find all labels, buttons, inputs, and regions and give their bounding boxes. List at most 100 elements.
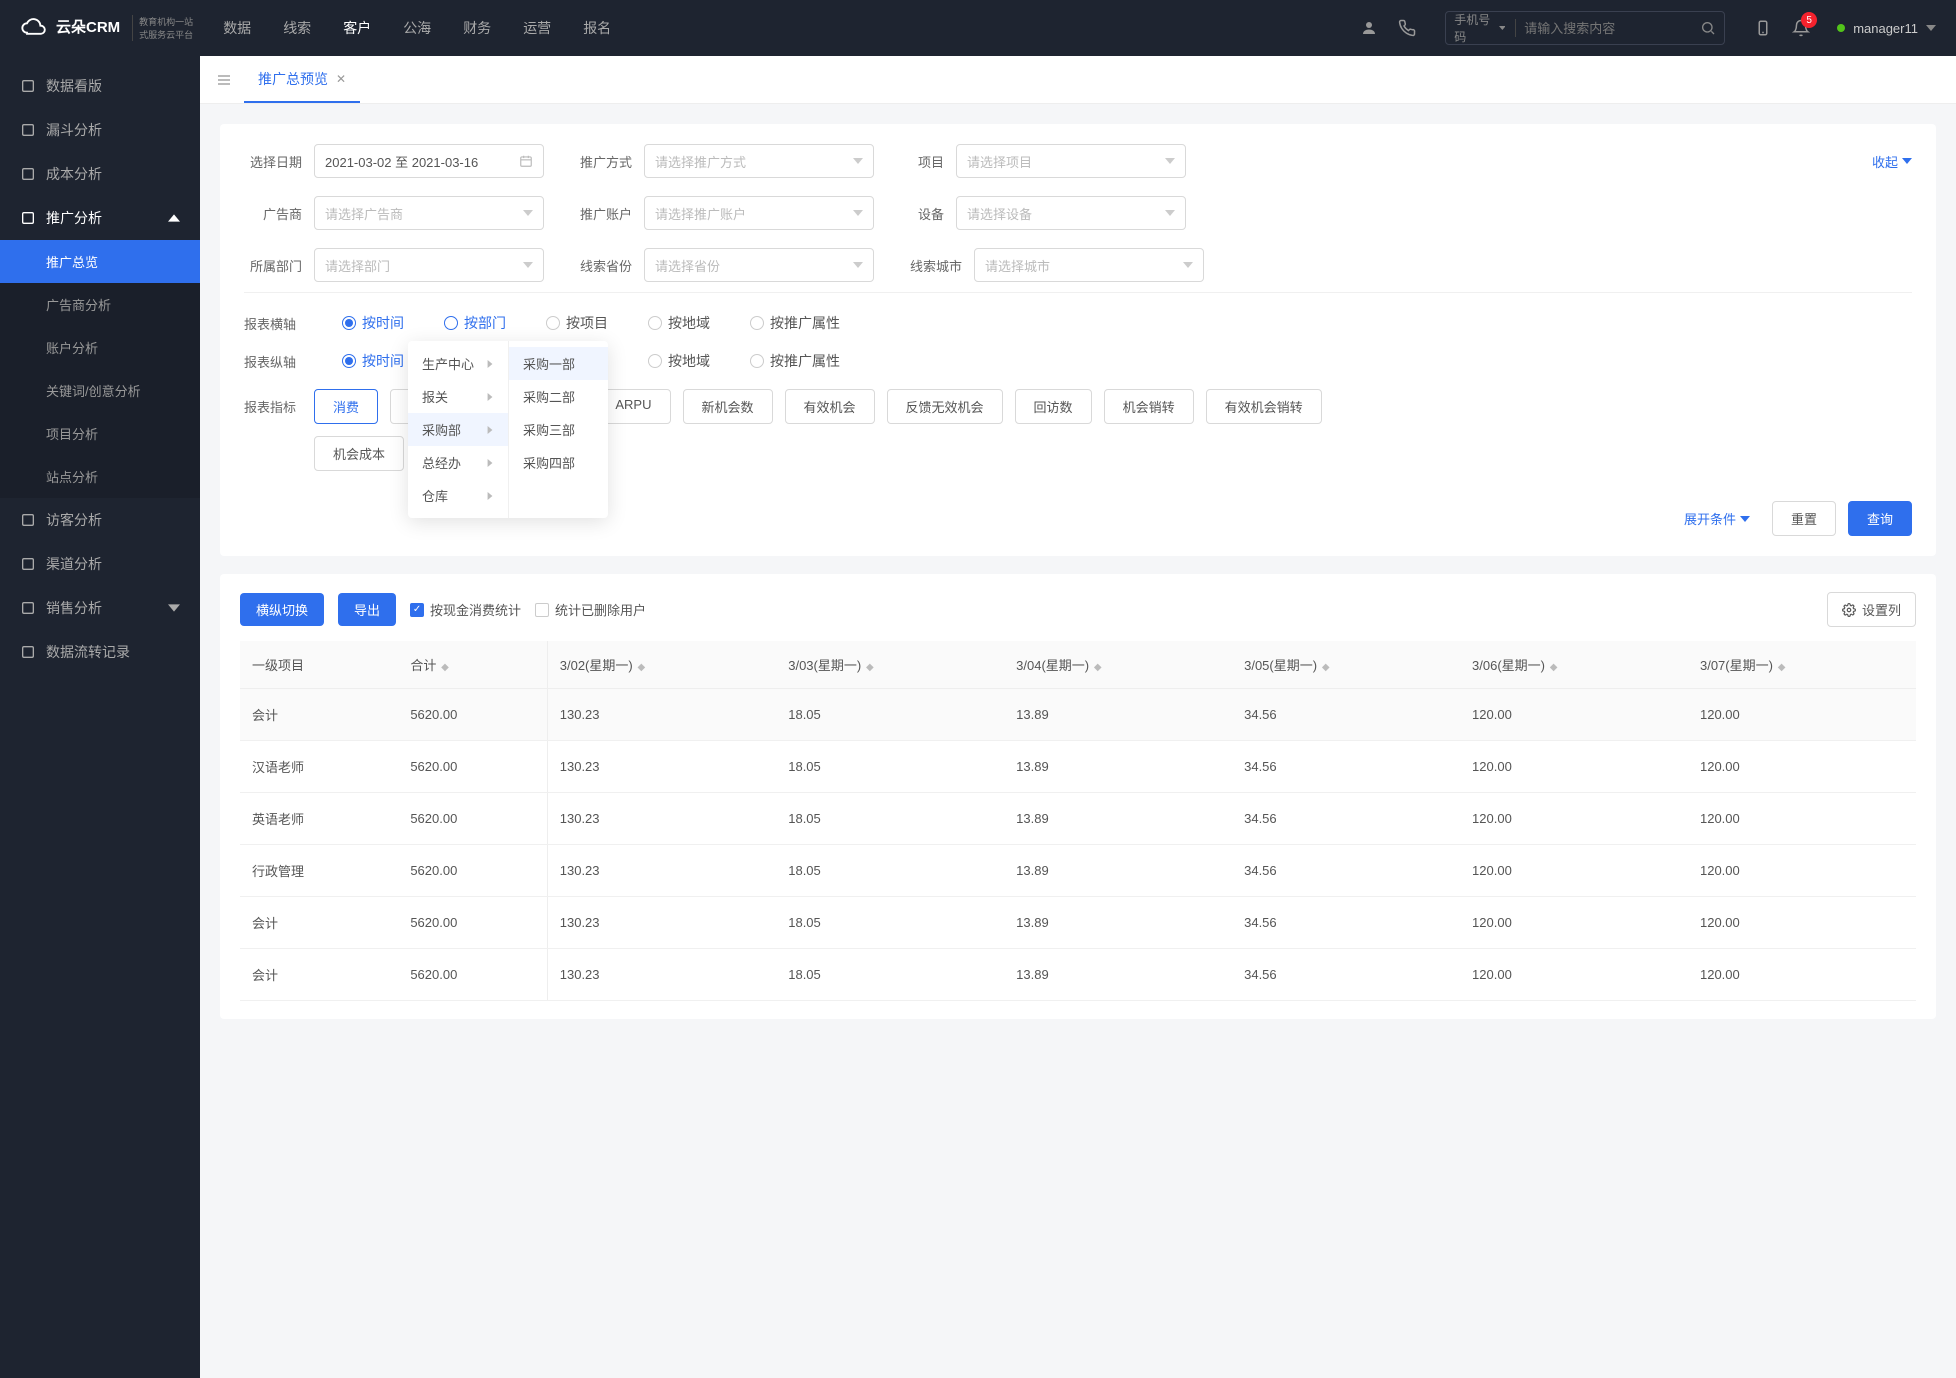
dept-cascader[interactable]: 生产中心报关采购部总经办仓库 采购一部采购二部采购三部采购四部 — [408, 341, 608, 518]
collapse-sidebar-icon[interactable] — [212, 68, 236, 92]
sidebar-item-6[interactable]: 销售分析 — [0, 586, 200, 630]
reset-button[interactable]: 重置 — [1772, 501, 1836, 536]
sidebar-item-0[interactable]: 数据看版 — [0, 64, 200, 108]
metric-5[interactable]: 新机会数 — [683, 389, 773, 424]
device-select[interactable]: 请选择设备 — [956, 196, 1186, 230]
radio-x-axis-opts-4[interactable]: 按推广属性 — [750, 313, 840, 333]
phone-icon[interactable] — [1397, 18, 1417, 38]
chart-icon — [20, 210, 36, 226]
tab-promo-overview[interactable]: 推广总预览 ✕ — [244, 56, 360, 103]
advertiser-select[interactable]: 请选择广告商 — [314, 196, 544, 230]
chevron-down-icon — [523, 260, 533, 270]
dept-select[interactable]: 请选择部门 — [314, 248, 544, 282]
logo[interactable]: 云朵CRM 教育机构一站 式服务云平台 — [20, 14, 193, 42]
chevron-down-icon — [1183, 260, 1193, 270]
query-button[interactable]: 查询 — [1848, 501, 1912, 536]
date-range-picker[interactable]: 2021-03-02 至 2021-03-16 — [314, 144, 544, 178]
nav-item-3[interactable]: 公海 — [403, 18, 431, 38]
bell-icon[interactable]: 5 — [1791, 18, 1811, 38]
radio-x-axis-opts-3[interactable]: 按地域 — [648, 313, 710, 333]
radio-y-axis-opts-3[interactable]: 按地域 — [648, 351, 710, 371]
tab-bar: 推广总预览 ✕ — [200, 56, 1956, 104]
method-select[interactable]: 请选择推广方式 — [644, 144, 874, 178]
col-4[interactable]: 3/04(星期一) ◆ — [1004, 641, 1232, 689]
table-row[interactable]: 汉语老师5620.00130.2318.0513.8934.56120.0012… — [240, 741, 1916, 793]
nav-item-0[interactable]: 数据 — [223, 18, 251, 38]
city-select[interactable]: 请选择城市 — [974, 248, 1204, 282]
cascader-l2-0[interactable]: 采购一部 — [509, 347, 608, 380]
metric-7[interactable]: 反馈无效机会 — [887, 389, 1003, 424]
cascader-l1-3[interactable]: 总经办 — [408, 446, 508, 479]
table-row[interactable]: 行政管理5620.00130.2318.0513.8934.56120.0012… — [240, 845, 1916, 897]
table-row[interactable]: 会计5620.00130.2318.0513.8934.56120.00120.… — [240, 897, 1916, 949]
cascader-l2-1[interactable]: 采购二部 — [509, 380, 608, 413]
radio-x-axis-opts-2[interactable]: 按项目 — [546, 313, 608, 333]
cascader-l1-1[interactable]: 报关 — [408, 380, 508, 413]
sidebar-sub-3-4[interactable]: 项目分析 — [0, 412, 200, 455]
sidebar-sub-3-5[interactable]: 站点分析 — [0, 455, 200, 498]
project-select[interactable]: 请选择项目 — [956, 144, 1186, 178]
sidebar-item-4[interactable]: 访客分析 — [0, 498, 200, 542]
collapse-filters-link[interactable]: 收起 — [1872, 152, 1912, 171]
export-button[interactable]: 导出 — [338, 593, 396, 626]
sidebar-item-2[interactable]: 成本分析 — [0, 152, 200, 196]
sidebar-sub-3-1[interactable]: 广告商分析 — [0, 283, 200, 326]
nav-item-5[interactable]: 运营 — [523, 18, 551, 38]
sidebar-item-7[interactable]: 数据流转记录 — [0, 630, 200, 674]
y-axis-label: 报表纵轴 — [244, 352, 302, 371]
metric-6[interactable]: 有效机会 — [785, 389, 875, 424]
cash-stat-checkbox[interactable]: ✓ 按现金消费统计 — [410, 600, 521, 619]
metric-8[interactable]: 回访数 — [1015, 389, 1092, 424]
radio-x-axis-opts-0[interactable]: 按时间 — [342, 313, 404, 333]
table-row[interactable]: 会计5620.00130.2318.0513.8934.56120.00120.… — [240, 689, 1916, 741]
expand-conditions-link[interactable]: 展开条件 — [1684, 509, 1750, 528]
close-icon[interactable]: ✕ — [336, 72, 346, 86]
cascader-l2-3[interactable]: 采购四部 — [509, 446, 608, 479]
province-select[interactable]: 请选择省份 — [644, 248, 874, 282]
table-row[interactable]: 会计5620.00130.2318.0513.8934.56120.00120.… — [240, 949, 1916, 1001]
search-icon[interactable] — [1700, 20, 1716, 36]
table-row[interactable]: 英语老师5620.00130.2318.0513.8934.56120.0012… — [240, 793, 1916, 845]
metric-9[interactable]: 机会销转 — [1104, 389, 1194, 424]
radio-icon — [648, 316, 662, 330]
user-icon[interactable] — [1359, 18, 1379, 38]
metric-r2-0[interactable]: 机会成本 — [314, 436, 404, 471]
mobile-icon[interactable] — [1753, 18, 1773, 38]
col-1[interactable]: 合计 ◆ — [398, 641, 547, 689]
col-0[interactable]: 一级项目 — [240, 641, 398, 689]
chevron-down-icon — [1902, 156, 1912, 166]
cascader-l1-0[interactable]: 生产中心 — [408, 347, 508, 380]
nav-item-1[interactable]: 线索 — [283, 18, 311, 38]
col-6[interactable]: 3/06(星期一) ◆ — [1460, 641, 1688, 689]
metric-0[interactable]: 消费 — [314, 389, 378, 424]
nav-item-4[interactable]: 财务 — [463, 18, 491, 38]
project-label: 项目 — [904, 152, 944, 171]
search-box[interactable]: 手机号码 — [1445, 11, 1725, 45]
col-5[interactable]: 3/05(星期一) ◆ — [1232, 641, 1460, 689]
sidebar-item-5[interactable]: 渠道分析 — [0, 542, 200, 586]
nav-item-6[interactable]: 报名 — [583, 18, 611, 38]
radio-x-axis-opts-1[interactable]: 按部门 — [444, 313, 506, 333]
sidebar-item-1[interactable]: 漏斗分析 — [0, 108, 200, 152]
search-input[interactable] — [1524, 21, 1700, 36]
sidebar-sub-3-0[interactable]: 推广总览 — [0, 240, 200, 283]
cascader-l1-2[interactable]: 采购部 — [408, 413, 508, 446]
cascader-l2-2[interactable]: 采购三部 — [509, 413, 608, 446]
user-menu[interactable]: manager11 — [1837, 21, 1936, 36]
cascader-l1-4[interactable]: 仓库 — [408, 479, 508, 512]
col-2[interactable]: 3/02(星期一) ◆ — [547, 641, 776, 689]
col-3[interactable]: 3/03(星期一) ◆ — [776, 641, 1004, 689]
metric-10[interactable]: 有效机会销转 — [1206, 389, 1322, 424]
switch-button[interactable]: 横纵切换 — [240, 593, 324, 626]
nav-item-2[interactable]: 客户 — [343, 18, 371, 38]
account-select[interactable]: 请选择推广账户 — [644, 196, 874, 230]
sidebar-sub-3-2[interactable]: 账户分析 — [0, 326, 200, 369]
search-type-select[interactable]: 手机号码 — [1454, 11, 1524, 45]
radio-y-axis-opts-0[interactable]: 按时间 — [342, 351, 404, 371]
sidebar-sub-3-3[interactable]: 关键词/创意分析 — [0, 369, 200, 412]
sidebar-item-3[interactable]: 推广分析 — [0, 196, 200, 240]
col-7[interactable]: 3/07(星期一) ◆ — [1688, 641, 1916, 689]
deleted-stat-checkbox[interactable]: 统计已删除用户 — [535, 600, 646, 619]
column-settings-button[interactable]: 设置列 — [1827, 592, 1916, 627]
radio-y-axis-opts-4[interactable]: 按推广属性 — [750, 351, 840, 371]
